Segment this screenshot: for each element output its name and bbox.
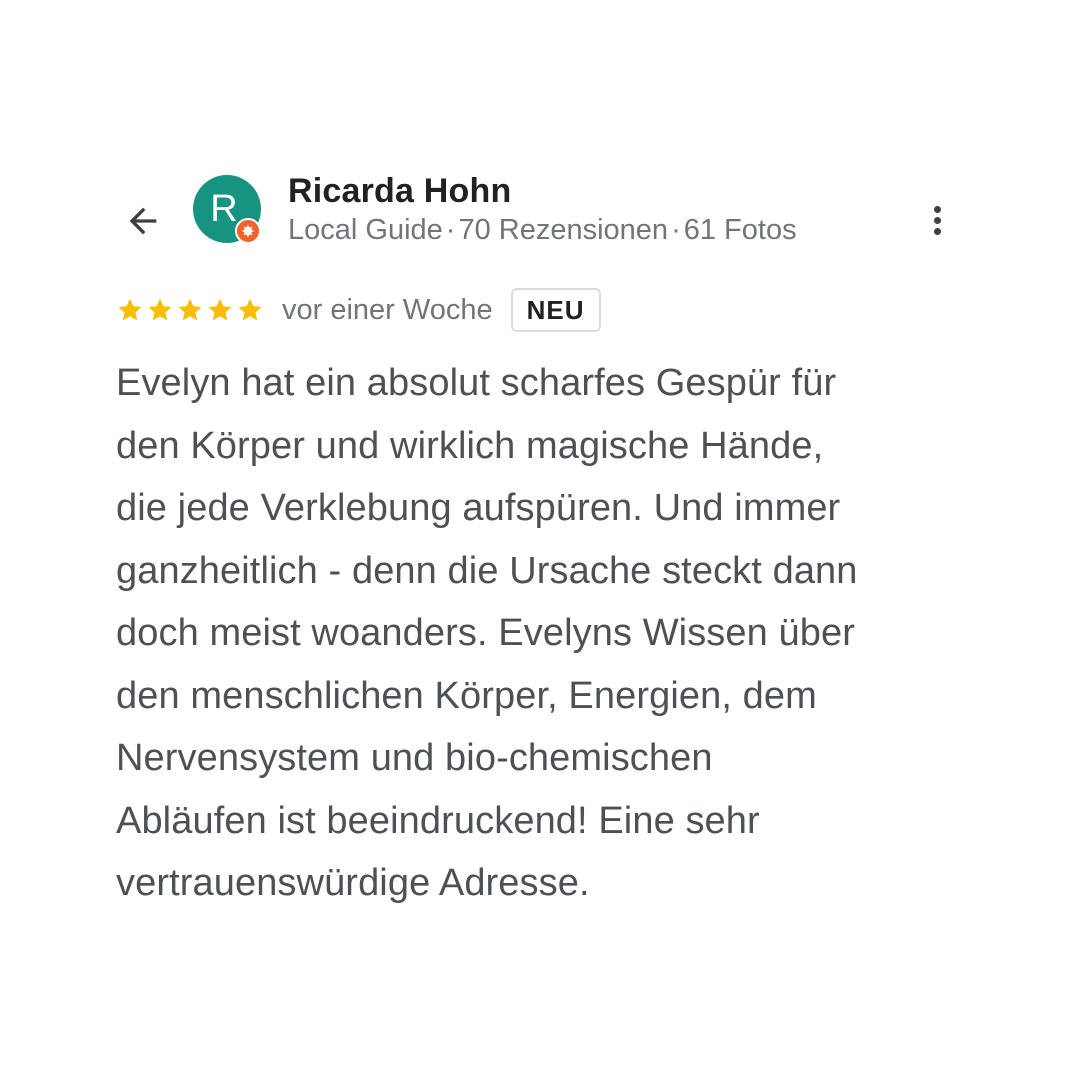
photo-count: 61 Fotos: [683, 214, 797, 246]
star-icon: [178, 298, 202, 321]
review-line: vertrauenswürdige Adresse.: [116, 862, 590, 904]
more-vert-icon: [933, 205, 941, 213]
user-meta: Local Guide · 70 Rezensionen · 61 Fotos: [288, 212, 797, 248]
star-burst-icon: [241, 224, 255, 238]
local-guide-badge-icon: [235, 218, 261, 244]
star-icon: [208, 298, 232, 321]
meta-separator: ·: [671, 214, 681, 246]
meta-separator: ·: [445, 214, 456, 246]
local-guide-label: Local Guide: [288, 214, 443, 246]
review-detail-page: R Ricarda Hohn Local Guide · 70 Rezensione…: [0, 0, 1080, 1080]
review-line: den menschlichen Körper, Energien, dem: [116, 674, 817, 717]
user-name[interactable]: Ricarda Hohn: [288, 170, 797, 212]
review-time: vor einer Woche: [282, 293, 493, 326]
rating-row: vor einer Woche NEU: [116, 287, 601, 333]
review-line: doch meist woanders. Evelyns Wissen über: [116, 612, 855, 654]
arrow-back-icon: [129, 207, 157, 235]
star-rating: [116, 296, 264, 324]
user-avatar[interactable]: R: [193, 175, 263, 245]
more-options-button[interactable]: [920, 198, 954, 242]
review-line: Abläufen ist beeindruckend! Eine sehr: [116, 799, 760, 842]
review-line: ganzheitlich - denn die Ursache steckt d…: [116, 549, 858, 592]
review-count: 70 Rezensionen: [458, 214, 669, 246]
back-button[interactable]: [118, 196, 168, 246]
review-line: Evelyn hat ein absolut scharfes Gespür f…: [116, 362, 837, 404]
review-line: die jede Verklebung aufspüren. Und immer: [116, 487, 841, 529]
star-icon: [148, 298, 172, 321]
review-text: Evelyn hat ein absolut scharfes Gespür f…: [116, 352, 976, 915]
review-line: den Körper und wirklich magische Hände,: [116, 424, 824, 467]
review-line: Nervensystem und bio-chemischen: [116, 737, 713, 779]
user-header: Ricarda Hohn Local Guide · 70 Rezensionen ·…: [288, 170, 797, 248]
new-badge: NEU: [510, 288, 601, 332]
star-icon: [118, 298, 142, 321]
star-icon: [238, 298, 262, 321]
more-vert-icon: [933, 216, 941, 224]
more-vert-icon: [933, 227, 941, 235]
